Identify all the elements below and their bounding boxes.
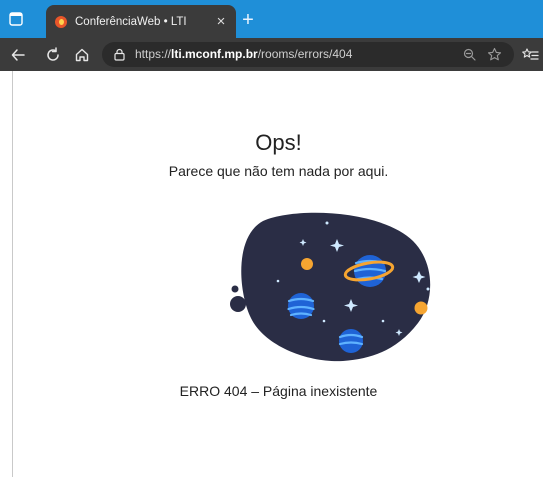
favicon-icon (55, 15, 67, 28)
url-path: /rooms/errors/404 (257, 47, 353, 61)
active-tab[interactable]: ConferênciaWeb • LTI × (46, 5, 236, 38)
home-icon[interactable] (73, 46, 91, 64)
new-tab-button[interactable]: + (238, 10, 258, 30)
window-icon[interactable] (8, 11, 24, 27)
back-icon[interactable] (9, 46, 27, 64)
space-illustration (223, 211, 443, 391)
address-bar[interactable]: https://lti.mconf.mp.br/rooms/errors/404 (102, 42, 514, 67)
browser-toolbar: https://lti.mconf.mp.br/rooms/errors/404 (0, 38, 543, 71)
url-host: lti.mconf.mp.br (171, 47, 258, 61)
favorite-star-icon[interactable] (487, 47, 502, 62)
page-subtitle: Parece que não tem nada por aqui. (168, 163, 389, 179)
tab-strip: ConferênciaWeb • LTI × + (0, 0, 543, 38)
url-text: https://lti.mconf.mp.br/rooms/errors/404 (135, 47, 352, 61)
reload-icon[interactable] (44, 46, 62, 64)
tab-title: ConferênciaWeb • LTI (75, 15, 187, 28)
close-tab-icon[interactable]: × (212, 13, 230, 31)
page-content: Ops! Parece que não tem nada por aqui. E… (12, 71, 543, 477)
page-title: Ops! (255, 130, 302, 155)
url-scheme: https:// (135, 47, 172, 61)
zoom-icon[interactable] (462, 47, 477, 62)
favorites-list-icon[interactable] (521, 46, 539, 64)
site-info-icon[interactable] (112, 47, 127, 62)
error-message: ERRO 404 – Página inexistente (179, 383, 378, 399)
